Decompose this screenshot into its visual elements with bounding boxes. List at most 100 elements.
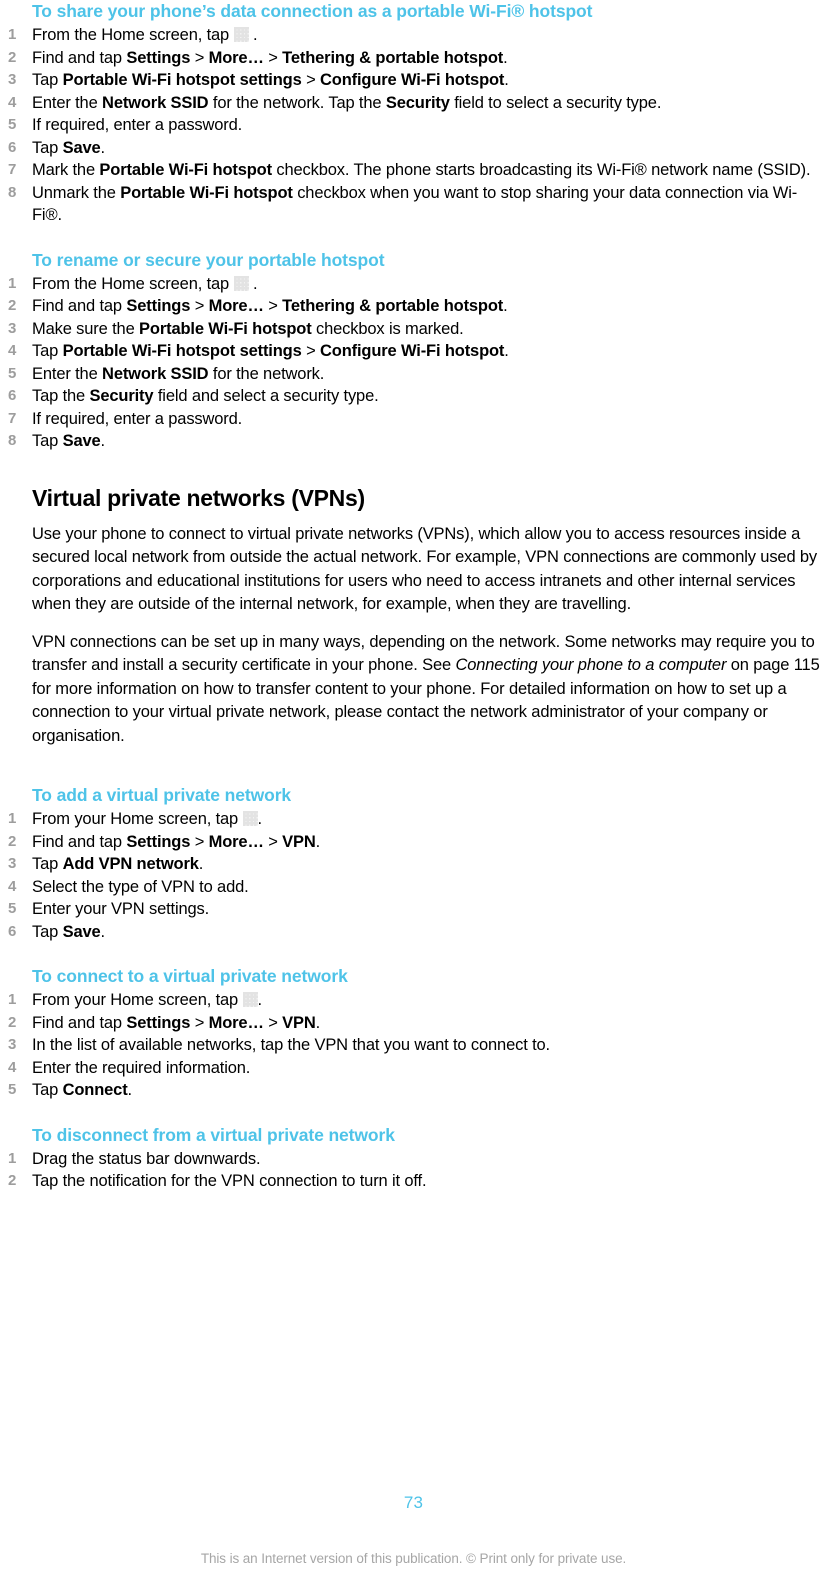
text-run: . bbox=[504, 71, 509, 89]
app-drawer-grid-icon bbox=[233, 275, 249, 291]
step-item: Make sure the Portable Wi-Fi hotspot che… bbox=[0, 318, 827, 341]
app-drawer-grid-icon bbox=[233, 27, 249, 42]
text-run: . bbox=[257, 810, 263, 828]
emphasis-italic: Connecting your phone to a computer bbox=[455, 656, 727, 674]
text-run: Unmark the bbox=[32, 183, 121, 202]
text-run: . bbox=[248, 274, 258, 293]
step-list-share-hotspot: From the Home screen, tap . Find and tap … bbox=[0, 24, 827, 227]
text-run: Tap bbox=[32, 71, 63, 89]
text-run: checkbox is marked. bbox=[311, 319, 464, 338]
emphasis-bold: Settings bbox=[126, 48, 191, 67]
emphasis-bold: More… bbox=[208, 48, 264, 67]
text-run: . bbox=[503, 48, 508, 67]
page-content: To share your phone’s data connection as… bbox=[0, 0, 827, 1193]
task-heading-disconnect-vpn: To disconnect from a virtual private net… bbox=[32, 1124, 395, 1145]
emphasis-bold: Tethering & portable hotspot bbox=[282, 297, 504, 315]
text-run: Enter the required information. bbox=[32, 1058, 251, 1077]
step-item: Find and tap Settings > More… > VPN. bbox=[0, 831, 827, 854]
text-run: In the list of available networks, tap t… bbox=[32, 1036, 550, 1054]
page-number: 73 bbox=[403, 1493, 424, 1512]
app-drawer-grid-icon bbox=[242, 811, 258, 826]
step-item: Enter the Network SSID for the network. … bbox=[0, 92, 827, 115]
text-run: Use your phone to connect to virtual pri… bbox=[32, 524, 818, 614]
text-run: Find and tap bbox=[32, 297, 127, 315]
step-item: Tap Save. bbox=[0, 921, 827, 944]
step-item: Enter the Network SSID for the network. bbox=[0, 363, 827, 386]
step-item: Find and tap Settings > More… > Tetherin… bbox=[0, 295, 827, 318]
text-run: Tap the bbox=[32, 387, 90, 405]
text-run: Make sure the bbox=[32, 319, 140, 338]
emphasis-bold: Settings bbox=[126, 832, 191, 851]
text-run: Find and tap bbox=[32, 832, 127, 851]
text-run: > bbox=[190, 1013, 209, 1032]
text-run: for the network. Tap the bbox=[208, 93, 386, 112]
text-run: . bbox=[315, 832, 321, 851]
emphasis-bold: VPN bbox=[282, 832, 316, 851]
text-run: > bbox=[263, 832, 283, 851]
text-run: . bbox=[100, 138, 106, 157]
task-heading-add-vpn: To add a virtual private network bbox=[32, 785, 292, 805]
step-list-connect-vpn: From your Home screen, tap . Find and tap… bbox=[0, 989, 827, 1102]
text-run: > bbox=[263, 48, 283, 67]
emphasis-bold: Portable Wi-Fi hotspot settings bbox=[62, 342, 302, 360]
text-run: . bbox=[503, 297, 508, 315]
step-item: Enter the required information. bbox=[0, 1057, 827, 1080]
emphasis-bold: Network SSID bbox=[102, 364, 209, 383]
paragraph: VPN connections can be set up in many wa… bbox=[0, 631, 827, 749]
emphasis-bold: Security bbox=[385, 93, 450, 112]
step-item: Find and tap Settings > More… > Tetherin… bbox=[0, 47, 827, 70]
emphasis-bold: Network SSID bbox=[102, 93, 209, 112]
text-run: Find and tap bbox=[32, 1013, 127, 1032]
text-run: Tap bbox=[32, 432, 63, 450]
emphasis-bold: Save bbox=[62, 432, 101, 450]
text-run: . bbox=[198, 855, 204, 873]
text-run: Tap bbox=[32, 342, 63, 360]
emphasis-bold: Connect bbox=[62, 1081, 128, 1099]
step-item: Tap Connect. bbox=[0, 1079, 827, 1102]
text-run: Tap bbox=[32, 855, 63, 873]
step-item: Mark the Portable Wi-Fi hotspot checkbox… bbox=[0, 159, 827, 182]
text-run: for the network. bbox=[208, 364, 325, 383]
emphasis-bold: Save bbox=[62, 922, 101, 941]
step-item: Enter your VPN settings. bbox=[0, 898, 827, 921]
task-heading-rename-secure-hotspot: To rename or secure your portable hotspo… bbox=[32, 249, 385, 270]
text-run: . bbox=[248, 26, 258, 44]
text-run: Mark the bbox=[32, 161, 100, 179]
app-drawer-grid-icon bbox=[242, 992, 258, 1007]
text-run: . bbox=[127, 1081, 133, 1099]
emphasis-bold: Settings bbox=[126, 297, 191, 315]
emphasis-bold: Configure Wi-Fi hotspot bbox=[320, 342, 505, 360]
step-item: Tap the notification for the VPN connect… bbox=[0, 1170, 827, 1193]
step-item: Unmark the Portable Wi-Fi hotspot checkb… bbox=[0, 182, 827, 227]
text-run: Tap bbox=[32, 138, 63, 157]
text-run: > bbox=[190, 48, 209, 67]
step-item: Tap the Security field and select a secu… bbox=[0, 385, 827, 408]
text-run: Tap bbox=[32, 922, 63, 941]
step-item: From the Home screen, tap . bbox=[0, 273, 827, 296]
emphasis-bold: Tethering & portable hotspot bbox=[282, 48, 504, 67]
step-item: If required, enter a password. bbox=[0, 114, 827, 137]
step-item: From your Home screen, tap . bbox=[0, 989, 827, 1012]
step-item: Find and tap Settings > More… > VPN. bbox=[0, 1012, 827, 1035]
emphasis-bold: Portable Wi-Fi hotspot bbox=[139, 319, 312, 338]
text-run: . bbox=[504, 342, 509, 360]
step-list-disconnect-vpn: Drag the status bar downwards. Tap the no… bbox=[0, 1148, 827, 1193]
emphasis-bold: Add VPN network bbox=[62, 855, 199, 873]
text-run: Tap bbox=[32, 1081, 63, 1099]
text-run: Drag the status bar downwards. bbox=[32, 1149, 261, 1168]
text-run: If required, enter a password. bbox=[32, 116, 243, 134]
emphasis-bold: Settings bbox=[126, 1013, 191, 1032]
section-heading-vpn: Virtual private networks (VPNs) bbox=[32, 484, 365, 511]
text-run: . bbox=[257, 991, 263, 1009]
text-run: Find and tap bbox=[32, 48, 127, 67]
step-item: If required, enter a password. bbox=[0, 408, 827, 431]
step-item: Tap Portable Wi-Fi hotspot settings > Co… bbox=[0, 69, 827, 92]
text-run: Enter the bbox=[32, 364, 103, 383]
paragraph: Use your phone to connect to virtual pri… bbox=[0, 523, 827, 617]
text-run: checkbox. The phone starts broadcasting … bbox=[271, 161, 811, 179]
text-run: > bbox=[301, 71, 320, 89]
text-run: > bbox=[263, 297, 283, 315]
